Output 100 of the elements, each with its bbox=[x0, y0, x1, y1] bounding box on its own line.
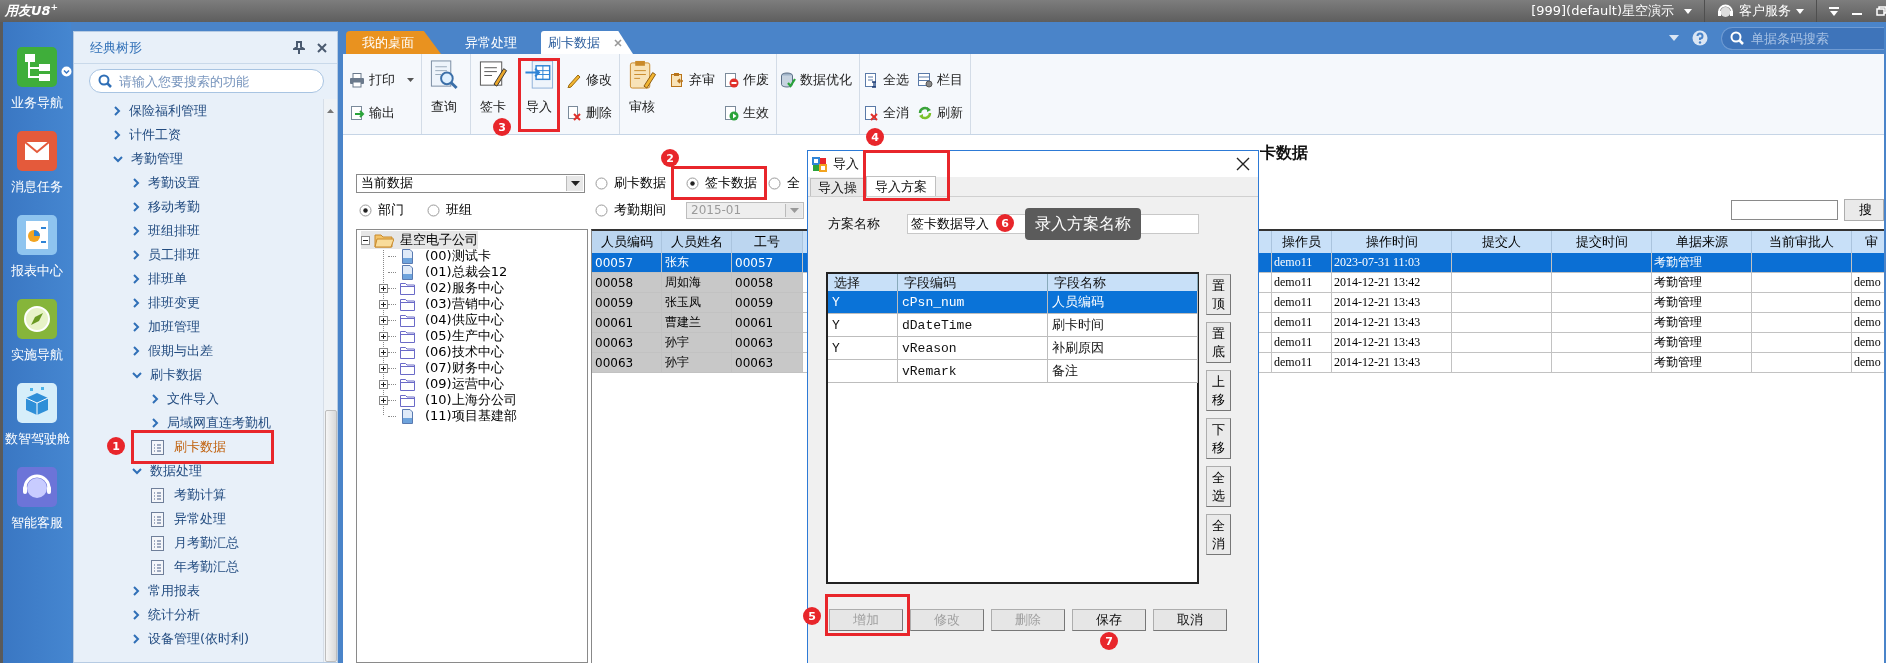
plus-box-icon[interactable] bbox=[379, 315, 388, 325]
tree-item[interactable]: 刷卡数据 bbox=[151, 438, 226, 456]
tree-item[interactable]: 月考勤汇总 bbox=[151, 534, 239, 552]
tree-item[interactable]: 数据处理 bbox=[132, 462, 202, 480]
tab[interactable]: 刷卡数据 bbox=[541, 31, 633, 54]
tab[interactable]: 导入操 bbox=[810, 178, 866, 196]
chevron-right-icon[interactable] bbox=[132, 298, 140, 308]
plus-box-icon[interactable] bbox=[379, 395, 388, 405]
rail-item[interactable]: 数智驾驶舱 bbox=[4, 383, 70, 467]
tree-item[interactable]: (10)上海分公司 bbox=[379, 391, 517, 409]
column-header[interactable]: 工号 bbox=[732, 231, 803, 253]
tree-item[interactable]: 保险福利管理 bbox=[113, 102, 207, 120]
toolbar-button[interactable]: 刷新 bbox=[917, 102, 963, 124]
scrollbar-thumb[interactable] bbox=[324, 410, 337, 662]
chevron-right-icon[interactable] bbox=[113, 130, 121, 140]
radio-icon[interactable] bbox=[768, 176, 781, 190]
tree-item[interactable]: 常用报表 bbox=[132, 582, 200, 600]
tree-item[interactable]: 星空电子公司 bbox=[361, 231, 478, 249]
plus-box-icon[interactable] bbox=[379, 363, 388, 373]
toolbar-button[interactable]: 全消 bbox=[863, 102, 909, 124]
chevron-right-icon[interactable] bbox=[113, 106, 121, 116]
tree-item[interactable]: 加班管理 bbox=[132, 318, 200, 336]
tree-item[interactable]: 考勤设置 bbox=[132, 174, 200, 192]
side-button[interactable]: 置底 bbox=[1206, 322, 1231, 363]
toolbar-button[interactable]: 作废 bbox=[723, 69, 769, 91]
chevron-right-icon[interactable] bbox=[132, 322, 140, 332]
radio-option[interactable]: 全 bbox=[768, 174, 800, 192]
radio-icon[interactable] bbox=[595, 176, 608, 190]
plus-box-icon[interactable] bbox=[379, 299, 388, 309]
toolbar-button[interactable]: 弃审 bbox=[669, 69, 715, 91]
tree-item[interactable]: 计件工资 bbox=[113, 126, 181, 144]
rail-item[interactable]: 业务导航 bbox=[11, 47, 63, 131]
service-menu[interactable]: 客户服务 bbox=[1717, 2, 1804, 20]
toolbar-button[interactable]: 导入 bbox=[520, 54, 558, 116]
tree-item[interactable]: (11)项目基建部 bbox=[379, 407, 517, 425]
toolbar-button[interactable]: 输出 bbox=[349, 102, 414, 124]
chevron-right-icon[interactable] bbox=[132, 586, 140, 596]
help-icon[interactable] bbox=[1692, 30, 1708, 46]
side-button[interactable]: 全选 bbox=[1206, 466, 1231, 507]
toolbar-button[interactable]: 查询 bbox=[425, 54, 463, 116]
plus-box-icon[interactable] bbox=[379, 379, 388, 389]
table-row[interactable]: Y vReason 补刷原因 bbox=[828, 337, 1197, 360]
table-row[interactable]: Y cPsn_num 人员编码 bbox=[828, 291, 1197, 314]
chevron-down-icon[interactable] bbox=[132, 371, 142, 379]
tab[interactable]: 异常处理 bbox=[441, 31, 541, 54]
toolbar-button[interactable]: 全选 bbox=[863, 69, 909, 91]
restore-icon[interactable] bbox=[1876, 6, 1886, 16]
radio-checked-icon[interactable] bbox=[686, 176, 699, 190]
dialog-button[interactable]: 取消 bbox=[1153, 609, 1227, 631]
minus-box-icon[interactable] bbox=[361, 235, 370, 245]
radio-option[interactable]: 刷卡数据 bbox=[595, 174, 666, 192]
toolbar-button[interactable]: 打印 bbox=[349, 69, 414, 91]
tree-item[interactable]: (04)供应中心 bbox=[379, 311, 504, 329]
table-row[interactable]: vRemark 备注 bbox=[828, 360, 1197, 383]
chevron-down-icon[interactable] bbox=[132, 467, 142, 475]
search-field[interactable] bbox=[1731, 200, 1838, 220]
tree-item[interactable]: 考勤管理 bbox=[113, 150, 183, 168]
menu-icon[interactable] bbox=[1829, 6, 1839, 16]
radio-option[interactable]: 签卡数据 bbox=[686, 174, 757, 192]
toolbar-button[interactable]: 栏目 bbox=[917, 69, 963, 91]
tree-item[interactable]: (06)技术中心 bbox=[379, 343, 504, 361]
plus-box-icon[interactable] bbox=[379, 331, 388, 341]
tree-item[interactable]: 假期与出差 bbox=[132, 342, 213, 360]
pin-icon[interactable] bbox=[293, 41, 305, 54]
tree-item[interactable]: (09)运营中心 bbox=[379, 375, 504, 393]
side-button[interactable]: 下移 bbox=[1206, 418, 1231, 459]
dropdown-icon[interactable] bbox=[61, 66, 72, 77]
radio-icon[interactable] bbox=[427, 203, 440, 217]
radio-checked-icon[interactable] bbox=[359, 203, 372, 217]
chevron-down-icon[interactable] bbox=[113, 155, 123, 163]
account-menu[interactable]: [999](default)星空演示 bbox=[1531, 2, 1692, 20]
tree-item[interactable]: (05)生产中心 bbox=[379, 327, 504, 345]
close-icon[interactable] bbox=[1236, 157, 1250, 171]
caret-icon[interactable] bbox=[407, 78, 414, 82]
side-button[interactable]: 置顶 bbox=[1206, 274, 1231, 315]
toolbar-button[interactable]: 删除 bbox=[566, 102, 612, 124]
toolbar-button[interactable]: 签卡 bbox=[474, 54, 512, 116]
tree-item[interactable]: 排班单 bbox=[132, 270, 187, 288]
plus-box-icon[interactable] bbox=[379, 283, 388, 293]
table-row[interactable]: Y dDateTime 刷卡时间 bbox=[828, 314, 1197, 337]
chevron-right-icon[interactable] bbox=[151, 394, 159, 404]
side-button[interactable]: 上移 bbox=[1206, 370, 1231, 411]
toolbar-button[interactable]: 数据优化 bbox=[780, 69, 852, 91]
toolbar-button[interactable]: 审核 bbox=[623, 54, 661, 116]
toolbar-button[interactable]: 生效 bbox=[723, 102, 769, 124]
rail-item[interactable]: 智能客服 bbox=[11, 467, 63, 551]
chevron-right-icon[interactable] bbox=[132, 634, 140, 644]
chevron-right-icon[interactable] bbox=[151, 418, 159, 428]
tree-item[interactable]: 文件导入 bbox=[151, 390, 219, 408]
column-header[interactable]: 人员姓名 bbox=[662, 231, 732, 253]
chevron-right-icon[interactable] bbox=[132, 274, 140, 284]
radio-option[interactable]: 班组 bbox=[427, 201, 472, 219]
tree-item[interactable]: (03)营销中心 bbox=[379, 295, 504, 313]
rail-item[interactable]: 报表中心 bbox=[11, 215, 63, 299]
tree-item[interactable]: (01)总裁会12 bbox=[379, 263, 508, 281]
tree-item[interactable]: 局域网直连考勤机 bbox=[151, 414, 271, 432]
chevron-right-icon[interactable] bbox=[132, 226, 140, 236]
dropdown-field[interactable]: 当前数据 bbox=[356, 173, 585, 193]
rail-item[interactable]: 实施导航 bbox=[11, 299, 63, 383]
scroll-up-icon[interactable] bbox=[326, 107, 335, 115]
